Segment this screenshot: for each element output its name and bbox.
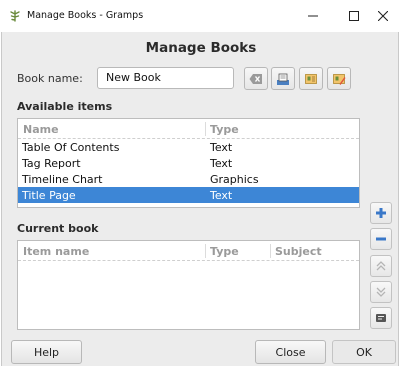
column-header-type[interactable]: Type	[210, 245, 239, 258]
item-name: Title Page	[22, 189, 76, 202]
column-header-subject[interactable]: Subject	[275, 245, 322, 258]
maximize-icon	[349, 11, 359, 21]
item-name: Timeline Chart	[22, 173, 103, 186]
clear-icon	[249, 73, 262, 84]
item-type: Text	[210, 157, 233, 170]
help-button[interactable]: Help	[11, 340, 82, 364]
list-item[interactable]: Timeline Chart Graphics	[18, 171, 359, 187]
save-book-button[interactable]	[271, 67, 295, 90]
item-setup-button[interactable]	[370, 307, 392, 329]
remove-item-button[interactable]	[370, 228, 392, 250]
column-header-type[interactable]: Type	[210, 123, 239, 136]
list-item[interactable]: Tag Report Text	[18, 155, 359, 171]
column-header-item-name[interactable]: Item name	[23, 245, 89, 258]
setup-icon	[376, 314, 386, 322]
book-name-label: Book name:	[17, 72, 83, 85]
book-name-input[interactable]: New Book	[97, 67, 234, 89]
item-type: Graphics	[210, 173, 259, 186]
move-down-icon	[376, 287, 386, 297]
item-name: Table Of Contents	[22, 141, 120, 154]
list-item[interactable]: Table Of Contents Text	[18, 139, 359, 155]
save-book-icon	[277, 73, 289, 85]
gramps-app-icon	[10, 10, 20, 22]
move-up-icon	[376, 261, 386, 271]
available-items-label: Available items	[17, 100, 113, 113]
dialog-heading: Manage Books	[145, 40, 257, 56]
current-book-header: Item name Type Subject	[18, 241, 359, 261]
open-books-icon	[305, 73, 317, 84]
window-title: Manage Books - Gramps	[27, 10, 144, 21]
item-type: Text	[210, 189, 233, 202]
move-up-button[interactable]	[370, 255, 392, 277]
current-book-list[interactable]: Item name Type Subject	[17, 240, 360, 330]
close-icon	[378, 11, 388, 21]
item-name: Tag Report	[22, 157, 81, 170]
list-item-selected[interactable]: Title Page Text	[18, 187, 359, 203]
window-titlebar: Manage Books - Gramps	[0, 0, 400, 32]
dialog-body: Manage Books Book name: New Book Availab…	[1, 32, 399, 366]
available-items-list[interactable]: Name Type Table Of Contents Text Tag Rep…	[17, 118, 360, 208]
edit-books-icon	[333, 73, 346, 85]
add-item-button[interactable]	[370, 202, 392, 224]
edit-books-button[interactable]	[327, 67, 351, 90]
ok-button[interactable]: OK	[332, 340, 396, 364]
current-book-label: Current book	[17, 222, 99, 235]
close-button[interactable]: Close	[255, 340, 326, 364]
open-books-button[interactable]	[299, 67, 323, 90]
move-down-button[interactable]	[370, 281, 392, 303]
item-type: Text	[210, 141, 233, 154]
column-header-name[interactable]: Name	[23, 123, 59, 136]
remove-icon	[376, 237, 386, 241]
clear-book-button[interactable]	[244, 67, 268, 90]
close-window-button[interactable]	[360, 0, 400, 32]
minimize-button[interactable]	[290, 0, 336, 32]
minimize-icon	[308, 15, 318, 17]
available-items-header: Name Type	[18, 119, 359, 139]
add-icon	[376, 208, 386, 218]
